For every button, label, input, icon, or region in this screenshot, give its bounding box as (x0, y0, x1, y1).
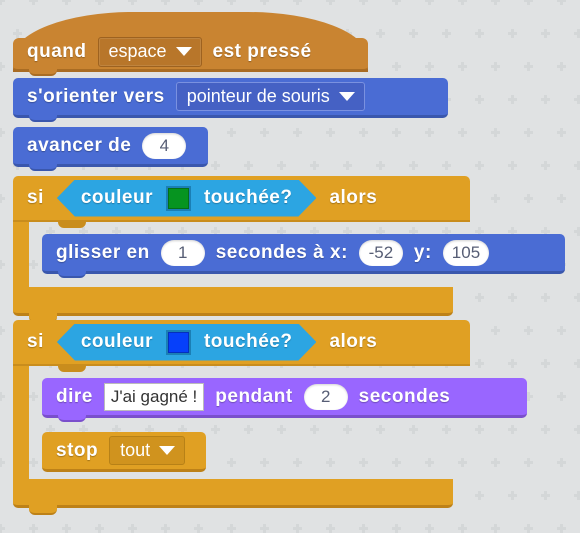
glide-y-input[interactable]: 105 (443, 240, 489, 266)
glide-label-3: y: (414, 242, 432, 264)
touchee-label: touchée? (204, 187, 292, 209)
glide-label-2: secondes à x: (216, 242, 348, 264)
if-blue-header: si couleur touchée? alors (13, 320, 470, 366)
block-when-key-pressed[interactable]: quand espace est pressé (13, 12, 368, 69)
chevron-down-icon (339, 92, 355, 101)
glide-x-input[interactable]: -52 (359, 240, 403, 266)
block-bottom-bump (58, 412, 86, 422)
boolean-color-touching-blue[interactable]: couleur touchée? (57, 324, 317, 361)
stop-label: stop (56, 440, 98, 462)
key-dropdown-value: espace (109, 40, 167, 63)
block-move-steps[interactable]: avancer de 4 (13, 127, 208, 167)
say-label-3: secondes (359, 386, 451, 408)
target-dropdown-value: pointeur de souris (187, 85, 330, 108)
chevron-down-icon (159, 446, 175, 455)
if-blue-bottom-bump (29, 505, 57, 515)
then-label: alors (329, 187, 377, 209)
block-stop[interactable]: stop tout (42, 432, 206, 472)
if-green-footer (13, 287, 453, 316)
if-green-left-wall (13, 222, 29, 287)
if-blue-inner-notch (58, 366, 86, 372)
boolean-color-touching-green[interactable]: couleur touchée? (57, 180, 317, 217)
target-dropdown[interactable]: pointeur de souris (176, 82, 365, 112)
block-bottom-bump (29, 112, 57, 122)
say-label-2: pendant (215, 386, 292, 408)
move-steps-label: avancer de (27, 135, 131, 157)
touchee-label: touchée? (204, 331, 292, 353)
if-label: si (27, 331, 44, 353)
block-glide-to-xy[interactable]: glisser en 1 secondes à x: -52 y: 105 (42, 234, 565, 274)
stop-option-value: tout (120, 439, 150, 462)
point-towards-label: s'orienter vers (27, 86, 165, 108)
if-label: si (27, 187, 44, 209)
say-seconds-input[interactable]: 2 (304, 384, 348, 410)
block-say-for-seconds[interactable]: dire J'ai gagné ! pendant 2 secondes (42, 378, 527, 418)
point-towards-row: s'orienter vers pointeur de souris (13, 78, 365, 115)
glide-label-1: glisser en (56, 242, 150, 264)
chevron-down-icon (176, 47, 192, 56)
say-label-1: dire (56, 386, 93, 408)
couleur-label: couleur (81, 331, 153, 353)
key-dropdown[interactable]: espace (98, 37, 202, 67)
if-blue-footer (13, 479, 453, 508)
couleur-label: couleur (81, 187, 153, 209)
stop-row: stop tout (42, 432, 185, 469)
then-label: alors (329, 331, 377, 353)
block-workspace[interactable]: quand espace est pressé s'orienter vers … (0, 0, 580, 528)
pressed-label: est pressé (213, 41, 312, 63)
if-green-header: si couleur touchée? alors (13, 176, 470, 222)
color-swatch-green[interactable] (166, 186, 191, 211)
block-bottom-bump (58, 268, 86, 278)
stop-option-dropdown[interactable]: tout (109, 436, 185, 466)
say-row: dire J'ai gagné ! pendant 2 secondes (42, 378, 450, 415)
move-steps-row: avancer de 4 (13, 127, 186, 164)
color-swatch-blue[interactable] (166, 330, 191, 355)
when-label: quand (27, 41, 87, 63)
move-steps-input[interactable]: 4 (142, 133, 186, 159)
say-message-input[interactable]: J'ai gagné ! (104, 383, 204, 411)
block-point-towards[interactable]: s'orienter vers pointeur de souris (13, 78, 448, 118)
glide-seconds-input[interactable]: 1 (161, 240, 205, 266)
block-bottom-bump (29, 161, 57, 171)
hat-label-row: quand espace est pressé (13, 34, 368, 70)
if-blue-left-wall (13, 366, 29, 479)
glide-row: glisser en 1 secondes à x: -52 y: 105 (42, 234, 489, 271)
if-green-inner-notch (58, 222, 86, 228)
